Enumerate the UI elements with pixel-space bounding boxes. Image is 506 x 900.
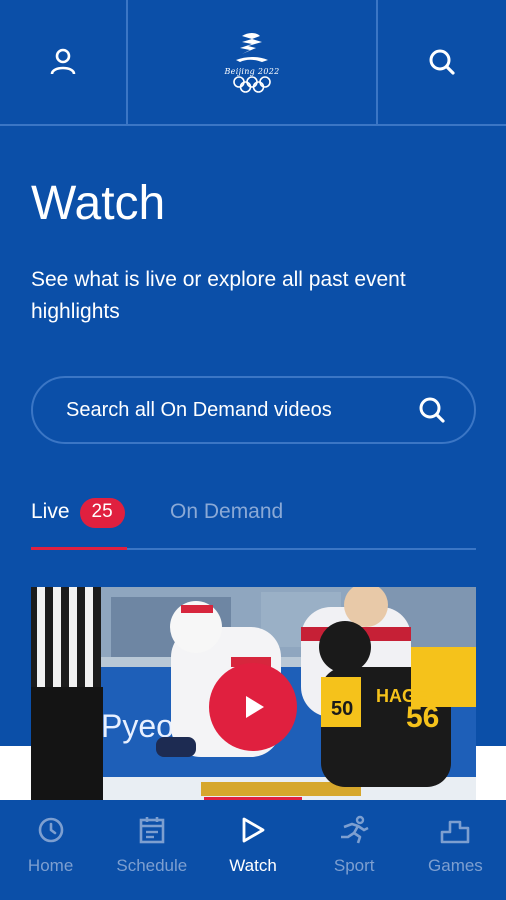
top-bar: Beijing 2022	[0, 0, 506, 126]
play-outline-icon	[242, 817, 265, 843]
nav-item-home[interactable]: Home	[0, 800, 101, 900]
person-icon	[50, 48, 76, 75]
jersey-number-left: 50	[331, 698, 353, 720]
clock-icon	[38, 817, 63, 843]
nav-item-sport[interactable]: Sport	[304, 800, 405, 900]
nav-label-watch: Watch	[229, 856, 277, 875]
play-icon	[246, 696, 264, 718]
tab-live[interactable]: Live 25	[31, 490, 127, 550]
emblem-icon	[236, 33, 268, 62]
page-subtitle: See what is live or explore all past eve…	[31, 268, 406, 323]
search-placeholder: Search all On Demand videos	[66, 398, 332, 421]
tab-live-label: Live	[31, 500, 70, 523]
live-count-badge: 25	[79, 498, 125, 528]
runner-icon	[341, 815, 369, 844]
nav-label-home: Home	[27, 856, 74, 875]
referee-figure	[31, 587, 103, 800]
on-demand-search-input[interactable]: Search all On Demand videos	[31, 376, 476, 444]
watch-tabs: Live 25 On Demand	[31, 490, 476, 550]
search-icon	[429, 49, 455, 75]
nav-label-games: Games	[428, 856, 483, 875]
jersey-number-right: 56	[406, 701, 439, 734]
tab-on-demand[interactable]: On Demand	[170, 498, 283, 526]
page-title: Watch	[31, 177, 166, 230]
calendar-icon	[139, 817, 165, 844]
nav-label-sport: Sport	[333, 856, 375, 875]
header-search-button[interactable]	[378, 0, 506, 124]
search-icon	[419, 397, 445, 423]
logo-text: Beijing 2022	[224, 67, 280, 76]
bottom-navigation: Home Schedule Watch Sport Games	[0, 800, 506, 900]
play-button[interactable]	[209, 663, 297, 751]
olympic-rings-icon	[233, 76, 271, 93]
profile-button[interactable]	[0, 0, 128, 124]
live-video-thumbnail[interactable]: Pyeong 50 HAGER 56	[31, 587, 476, 800]
nav-item-games[interactable]: Games	[405, 800, 506, 900]
beijing-2022-logo: Beijing 2022	[128, 0, 378, 124]
nav-label-schedule: Schedule	[116, 856, 188, 875]
nav-item-watch[interactable]: Watch	[202, 800, 303, 900]
podium-icon	[441, 820, 470, 844]
nav-item-schedule[interactable]: Schedule	[101, 800, 202, 900]
